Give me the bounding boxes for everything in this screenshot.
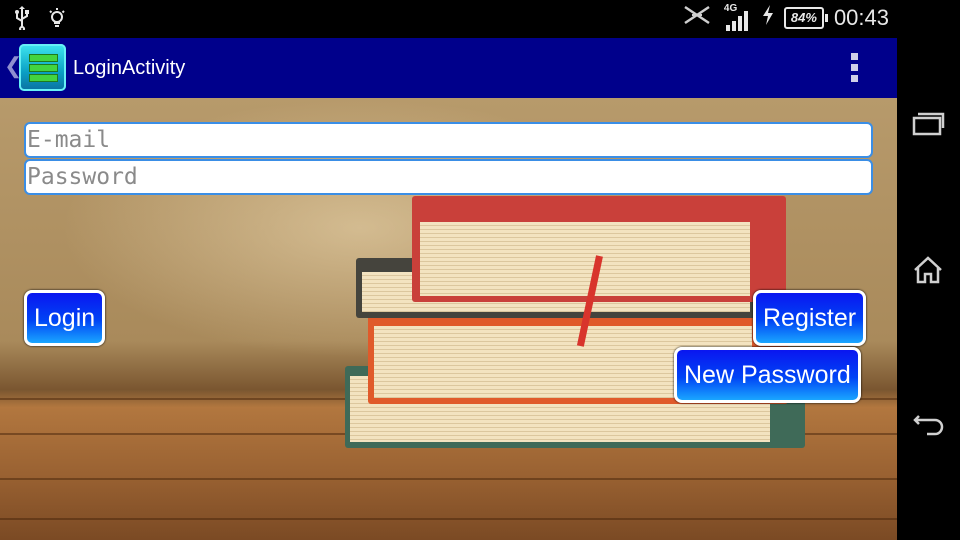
app-icon-shelf bbox=[29, 64, 58, 72]
register-button[interactable]: Register bbox=[753, 290, 867, 346]
navigation-bar bbox=[897, 0, 960, 540]
back-icon[interactable] bbox=[897, 392, 960, 452]
status-icons-left bbox=[14, 6, 66, 35]
recent-apps-icon[interactable] bbox=[897, 92, 960, 152]
signal-4g-icon: 4G bbox=[722, 3, 752, 31]
battery-indicator: 84% bbox=[783, 6, 828, 29]
book-pages bbox=[420, 222, 750, 296]
usb-icon bbox=[14, 6, 30, 35]
login-button[interactable]: Login bbox=[24, 290, 106, 346]
nfc-disabled-icon bbox=[682, 4, 712, 31]
new-password-button[interactable]: New Password bbox=[674, 347, 861, 403]
home-icon[interactable] bbox=[897, 240, 960, 300]
lightbulb-icon bbox=[48, 6, 66, 35]
email-field[interactable] bbox=[24, 122, 873, 158]
status-clock: 00:43 bbox=[833, 4, 889, 30]
app-icon-shelf bbox=[29, 54, 58, 62]
charging-icon bbox=[762, 5, 774, 30]
status-bar: 4G 84% 00:43 bbox=[0, 0, 897, 38]
action-bar: ❮ LoginActivity bbox=[0, 38, 897, 98]
status-icons-right: 4G 84% 00:43 bbox=[682, 3, 889, 31]
table-plank-line bbox=[0, 478, 897, 480]
table-plank-line bbox=[0, 518, 897, 520]
app-title: LoginActivity bbox=[73, 57, 186, 79]
login-content: Login Register New Password bbox=[0, 98, 897, 540]
app-icon-shelf bbox=[29, 74, 58, 82]
overflow-menu-icon[interactable] bbox=[850, 53, 860, 85]
password-field[interactable] bbox=[24, 159, 873, 195]
app-icon[interactable] bbox=[19, 44, 66, 91]
